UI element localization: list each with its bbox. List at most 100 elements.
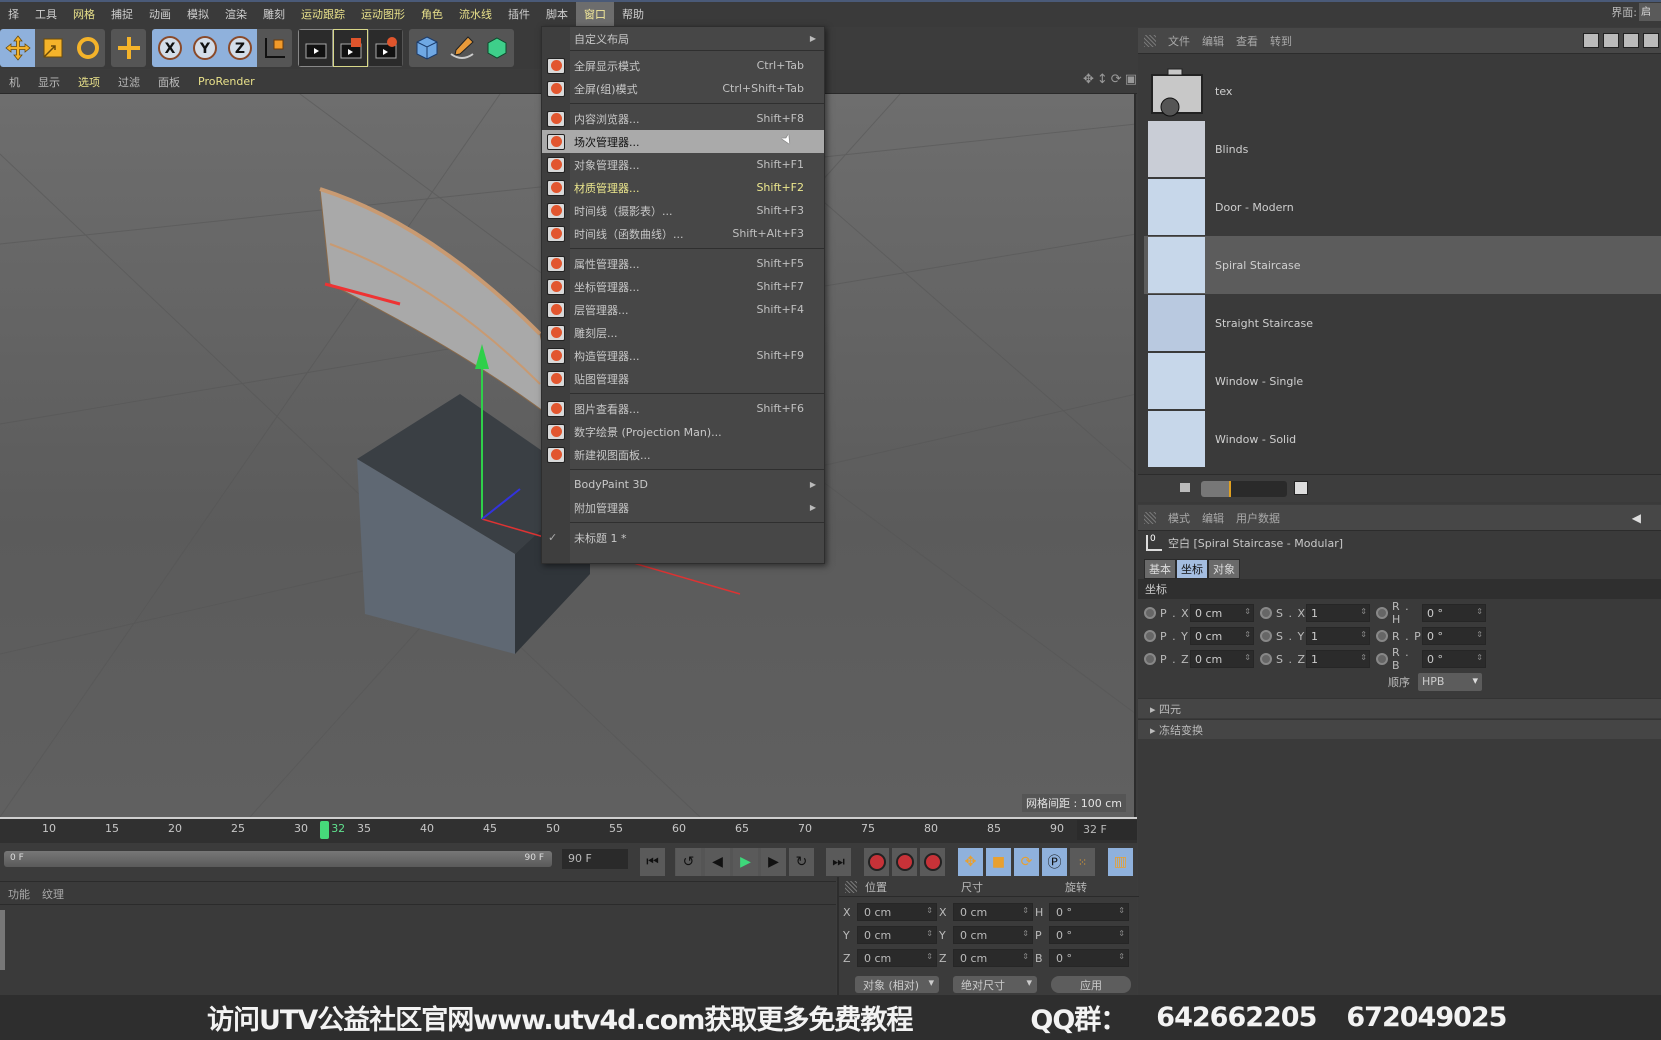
window-menu-item[interactable]: 贴图管理器: [542, 367, 824, 390]
previous-frame-button[interactable]: ◀: [705, 848, 730, 876]
next-key-button[interactable]: ↻: [789, 848, 814, 876]
content-browser-item[interactable]: Straight Staircase: [1144, 294, 1661, 352]
content-browser-item[interactable]: Door - Modern: [1144, 178, 1661, 236]
subdivision-surface-button[interactable]: [479, 29, 514, 67]
menu-item-6[interactable]: 渲染: [217, 2, 255, 27]
window-menu-item[interactable]: 时间线（函数曲线）... Shift+Alt+F3: [542, 222, 824, 245]
position-key-button[interactable]: ✥: [958, 848, 983, 876]
point-level-button[interactable]: ⁙: [1070, 848, 1095, 876]
field-input[interactable]: 0 °: [1422, 650, 1486, 668]
cb-menu-item-3[interactable]: 转到: [1266, 33, 1300, 49]
window-menu-item[interactable]: 构造管理器... Shift+F9: [542, 344, 824, 367]
z-axis-lock-button[interactable]: Z: [222, 29, 257, 67]
render-picture-viewer-button[interactable]: [333, 29, 368, 67]
pan-icon[interactable]: ✥: [1083, 72, 1094, 87]
window-menu-item[interactable]: 材质管理器... Shift+F2: [542, 176, 824, 199]
attribute-tab[interactable]: 对象: [1208, 559, 1240, 579]
render-view-button[interactable]: [298, 29, 333, 67]
preview-range-slider[interactable]: 0 F 90 F: [4, 851, 552, 867]
scale-tool-button[interactable]: [35, 29, 70, 67]
pen-spline-button[interactable]: [444, 29, 479, 67]
field-input[interactable]: 0 cm: [1190, 604, 1254, 622]
window-menu-item[interactable]: 场次管理器... ➤: [542, 130, 824, 153]
menu-item-7[interactable]: 雕刻: [255, 2, 293, 27]
panel-grip-icon[interactable]: [845, 880, 857, 893]
field-input[interactable]: 1: [1306, 604, 1370, 622]
size-mode-select[interactable]: 绝对尺寸: [953, 976, 1037, 993]
rotation-key-button[interactable]: ⟳: [1014, 848, 1039, 876]
window-menu-item[interactable]: 时间线（摄影表）... Shift+F3: [542, 199, 824, 222]
next-frame-button[interactable]: ▶: [761, 848, 786, 876]
field-input[interactable]: 0 cm: [1190, 650, 1254, 668]
rotation-order-select[interactable]: HPB: [1418, 673, 1482, 691]
viewport-menu-item-3[interactable]: 过滤: [109, 74, 149, 90]
coordinate-input[interactable]: 0 °: [1049, 926, 1129, 944]
back-arrow-icon[interactable]: ◀: [1632, 511, 1641, 525]
previous-key-button[interactable]: ↺: [676, 848, 701, 876]
move-tool-button[interactable]: [0, 29, 35, 67]
end-frame-field[interactable]: 90 F: [562, 849, 628, 869]
parameter-key-button[interactable]: Ⓟ: [1042, 848, 1067, 876]
window-menu-item[interactable]: 全屏显示模式 Ctrl+Tab: [542, 54, 824, 77]
am-menu-item-0[interactable]: 模式: [1164, 510, 1198, 526]
menu-function[interactable]: 功能: [8, 886, 30, 902]
menu-item-1[interactable]: 工具: [27, 2, 65, 27]
attribute-tab[interactable]: 坐标: [1176, 559, 1208, 579]
menu-item-14[interactable]: 窗口: [576, 2, 614, 27]
material-scrollbar[interactable]: [0, 910, 5, 970]
record-button[interactable]: [864, 848, 889, 876]
field-input[interactable]: 0 °: [1422, 604, 1486, 622]
playhead-marker[interactable]: [320, 821, 330, 839]
viewport-menu-item-0[interactable]: 机: [0, 74, 29, 90]
animation-radio[interactable]: [1144, 653, 1156, 665]
am-menu-item-1[interactable]: 编辑: [1198, 510, 1232, 526]
am-menu-item-2[interactable]: 用户数据: [1232, 510, 1288, 526]
viewport-menu-item-5[interactable]: ProRender: [189, 75, 264, 88]
panel-grip-icon[interactable]: [1144, 34, 1156, 47]
menu-texture[interactable]: 纹理: [42, 886, 64, 902]
window-menu-item[interactable]: 数字绘景 (Projection Man)...: [542, 420, 824, 443]
menu-item-0[interactable]: 择: [0, 2, 27, 27]
cube-object-button[interactable]: [409, 29, 444, 67]
coordinate-input[interactable]: 0 cm: [953, 903, 1033, 921]
viewport-menu-item-2[interactable]: 选项: [69, 74, 109, 90]
window-menu-item[interactable]: 对象管理器... Shift+F1: [542, 153, 824, 176]
content-browser-item[interactable]: Spiral Staircase: [1144, 236, 1661, 294]
animation-radio[interactable]: [1260, 607, 1272, 619]
go-to-start-button[interactable]: ⏮: [640, 848, 665, 876]
window-menu-item[interactable]: BodyPaint 3D ▶: [542, 473, 824, 496]
edit-icon[interactable]: [1583, 33, 1599, 48]
menu-item-2[interactable]: 网格: [65, 2, 103, 27]
coordinate-input[interactable]: 0 cm: [857, 903, 937, 921]
cb-menu-item-2[interactable]: 查看: [1232, 33, 1266, 49]
window-menu-item[interactable]: ✓ 未标题 1 *: [542, 526, 824, 549]
timeline-ruler[interactable]: 32 32 F 10 15 20 25 30 35 40 45 50 55 60 65 70 75 80 85…: [0, 817, 1137, 843]
menu-item-13[interactable]: 脚本: [538, 2, 576, 27]
cb-menu-item-0[interactable]: 文件: [1164, 33, 1198, 49]
play-button[interactable]: ▶: [733, 848, 758, 876]
panel-grip-icon[interactable]: [1144, 511, 1156, 524]
menu-item-15[interactable]: 帮助: [614, 2, 652, 27]
scale-key-button[interactable]: ■: [986, 848, 1011, 876]
layout-select[interactable]: 启: [1639, 3, 1661, 21]
coordinate-input[interactable]: 0 cm: [857, 926, 937, 944]
animation-radio[interactable]: [1376, 630, 1388, 642]
animation-radio[interactable]: [1260, 630, 1272, 642]
menu-item-9[interactable]: 运动图形: [353, 2, 413, 27]
content-browser-item[interactable]: Window - Single: [1144, 352, 1661, 410]
coordinate-input[interactable]: 0 °: [1049, 949, 1129, 967]
attribute-tab[interactable]: 基本: [1144, 559, 1176, 579]
animation-radio[interactable]: [1376, 607, 1388, 619]
current-frame-field[interactable]: 32 F: [1077, 820, 1137, 840]
apply-button[interactable]: 应用: [1051, 976, 1131, 993]
trash-icon[interactable]: [1623, 33, 1639, 48]
window-menu-item[interactable]: 附加管理器 ▶: [542, 496, 824, 519]
coordinate-mode-select[interactable]: 对象 (相对): [855, 976, 939, 993]
field-input[interactable]: 1: [1306, 627, 1370, 645]
viewport-menu-item-1[interactable]: 显示: [29, 74, 69, 90]
content-browser-item[interactable]: tex: [1144, 62, 1661, 120]
field-input[interactable]: 0 °: [1422, 627, 1486, 645]
menu-item-10[interactable]: 角色: [413, 2, 451, 27]
window-menu-item[interactable]: 图片查看器... Shift+F6: [542, 397, 824, 420]
field-input[interactable]: 0 cm: [1190, 627, 1254, 645]
